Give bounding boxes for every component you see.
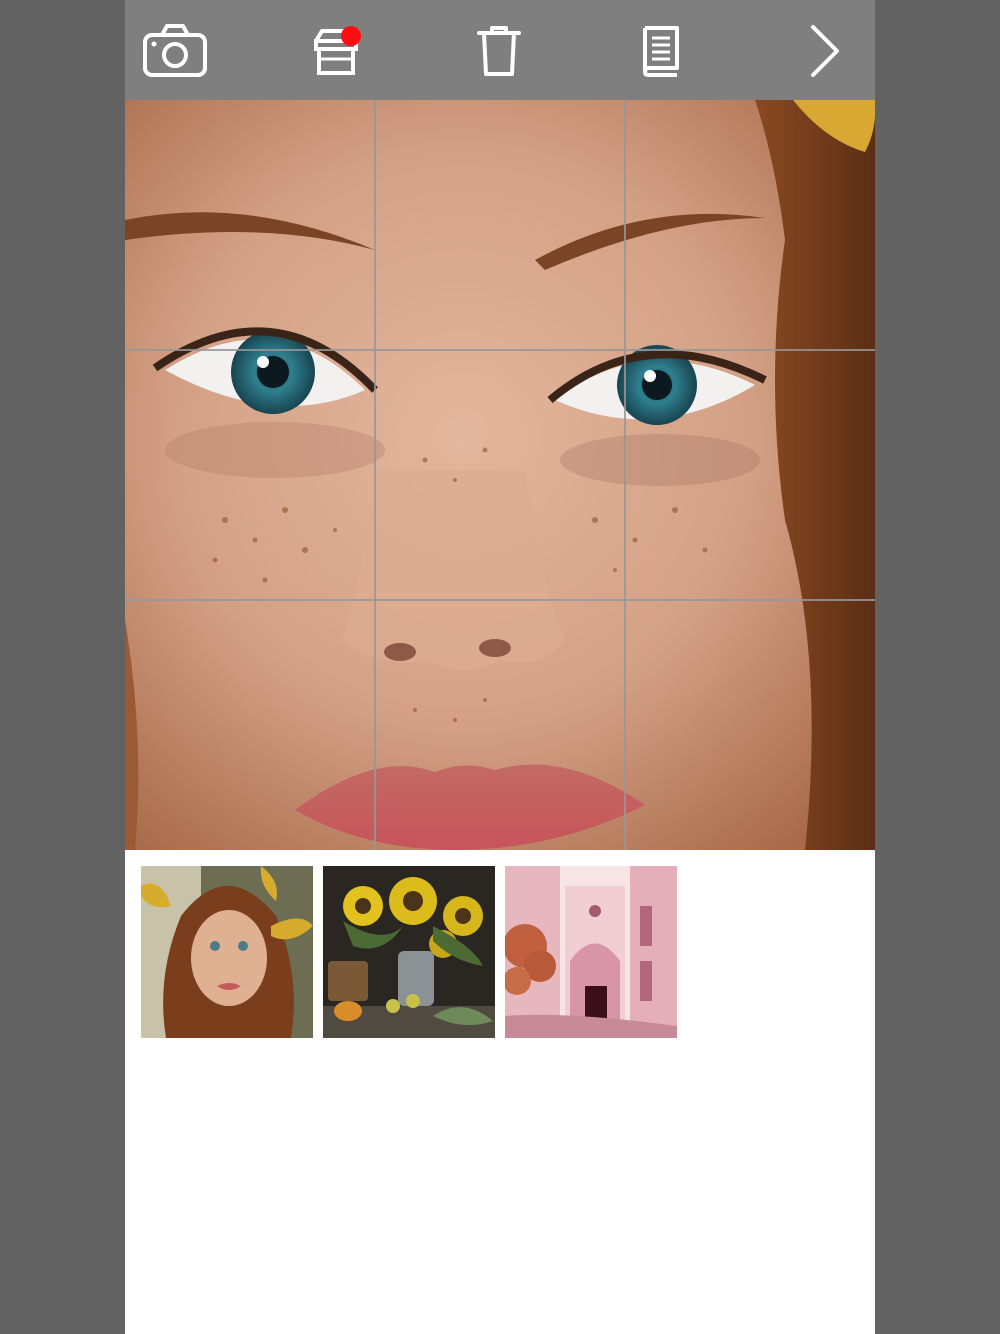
- camera-button[interactable]: [142, 18, 208, 84]
- thumbnail-girl-portrait[interactable]: [141, 866, 313, 1038]
- grid-line-vertical: [624, 100, 626, 850]
- chevron-right-icon: [811, 25, 839, 77]
- pink-alley-image: [505, 866, 677, 1038]
- grid-line-vertical: [374, 100, 376, 850]
- store-button[interactable]: [303, 18, 369, 84]
- photo-canvas[interactable]: [125, 100, 875, 850]
- book-icon: [643, 26, 679, 77]
- delete-button[interactable]: [466, 18, 532, 84]
- thumbnail-sunflower-still-life[interactable]: [323, 866, 495, 1038]
- camera-icon: [143, 24, 207, 77]
- face-photo: [125, 100, 875, 850]
- grid-line-horizontal: [125, 599, 875, 601]
- top-toolbar: [125, 0, 875, 100]
- thumbnail-pink-alley[interactable]: [505, 866, 677, 1038]
- sunflower-still-life-image: [323, 866, 495, 1038]
- guide-button[interactable]: [628, 18, 694, 84]
- girl-portrait-image: [141, 866, 313, 1038]
- next-button[interactable]: [792, 18, 858, 84]
- grid-line-horizontal: [125, 349, 875, 351]
- app-panel: [125, 0, 875, 1334]
- trash-icon: [477, 26, 521, 76]
- store-notification-badge: [341, 26, 361, 46]
